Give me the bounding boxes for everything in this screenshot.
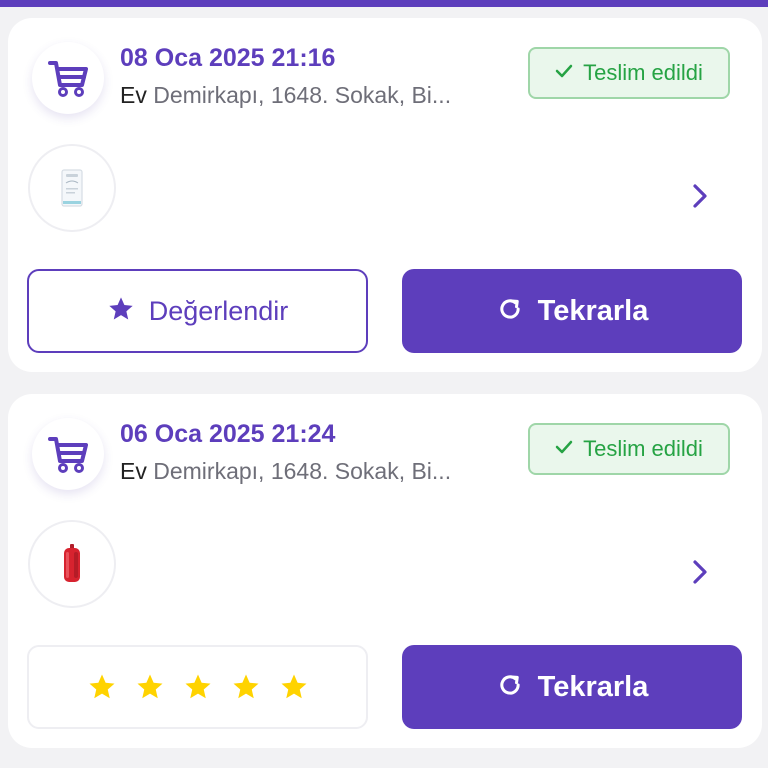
chevron-right-icon[interactable] — [684, 554, 716, 590]
reorder-button-label: Tekrarla — [537, 294, 649, 327]
rating-star-icon — [137, 674, 162, 699]
product-box-thumbnail[interactable] — [28, 144, 116, 232]
star-icon — [107, 295, 135, 328]
red-speaker-thumbnail[interactable] — [28, 520, 116, 608]
order-date: 08 Oca 2025 21:16 — [120, 44, 336, 72]
top-bar — [0, 0, 768, 7]
reorder-button[interactable]: Tekrarla — [402, 269, 742, 353]
address-text: Demirkapı, 1648. Sokak, Bi... — [153, 458, 452, 484]
star-rating — [27, 645, 368, 729]
order-card[interactable]: 06 Oca 2025 21:24 Ev Demirkapı, 1648. So… — [8, 394, 762, 748]
check-icon — [555, 440, 573, 459]
rating-star-icon — [233, 674, 258, 699]
status-text: Teslim edildi — [583, 60, 703, 85]
address-text: Demirkapı, 1648. Sokak, Bi... — [153, 82, 452, 108]
cart-icon — [32, 418, 104, 490]
status-text: Teslim edildi — [583, 436, 703, 461]
rating-star-icon — [281, 674, 306, 699]
reorder-button[interactable]: Tekrarla — [402, 645, 742, 729]
status-badge: Teslim edildi — [528, 47, 730, 99]
delivery-address: Ev Demirkapı, 1648. Sokak, Bi... — [120, 458, 500, 485]
rating-star-icon — [89, 674, 114, 699]
check-icon — [555, 64, 573, 83]
chevron-right-icon[interactable] — [684, 178, 716, 214]
status-badge: Teslim edildi — [528, 423, 730, 475]
rating-star-icon — [185, 674, 210, 699]
refresh-icon — [496, 295, 524, 328]
reorder-button-label: Tekrarla — [537, 670, 649, 703]
address-label: Ev — [120, 82, 147, 108]
address-label: Ev — [120, 458, 147, 484]
order-card[interactable]: 08 Oca 2025 21:16 Ev Demirkapı, 1648. So… — [8, 18, 762, 372]
order-date: 06 Oca 2025 21:24 — [120, 420, 336, 448]
delivery-address: Ev Demirkapı, 1648. Sokak, Bi... — [120, 82, 500, 109]
refresh-icon — [496, 671, 524, 704]
cart-icon — [32, 42, 104, 114]
rate-button-label: Değerlendir — [148, 295, 289, 326]
rate-button[interactable]: Değerlendir — [27, 269, 368, 353]
